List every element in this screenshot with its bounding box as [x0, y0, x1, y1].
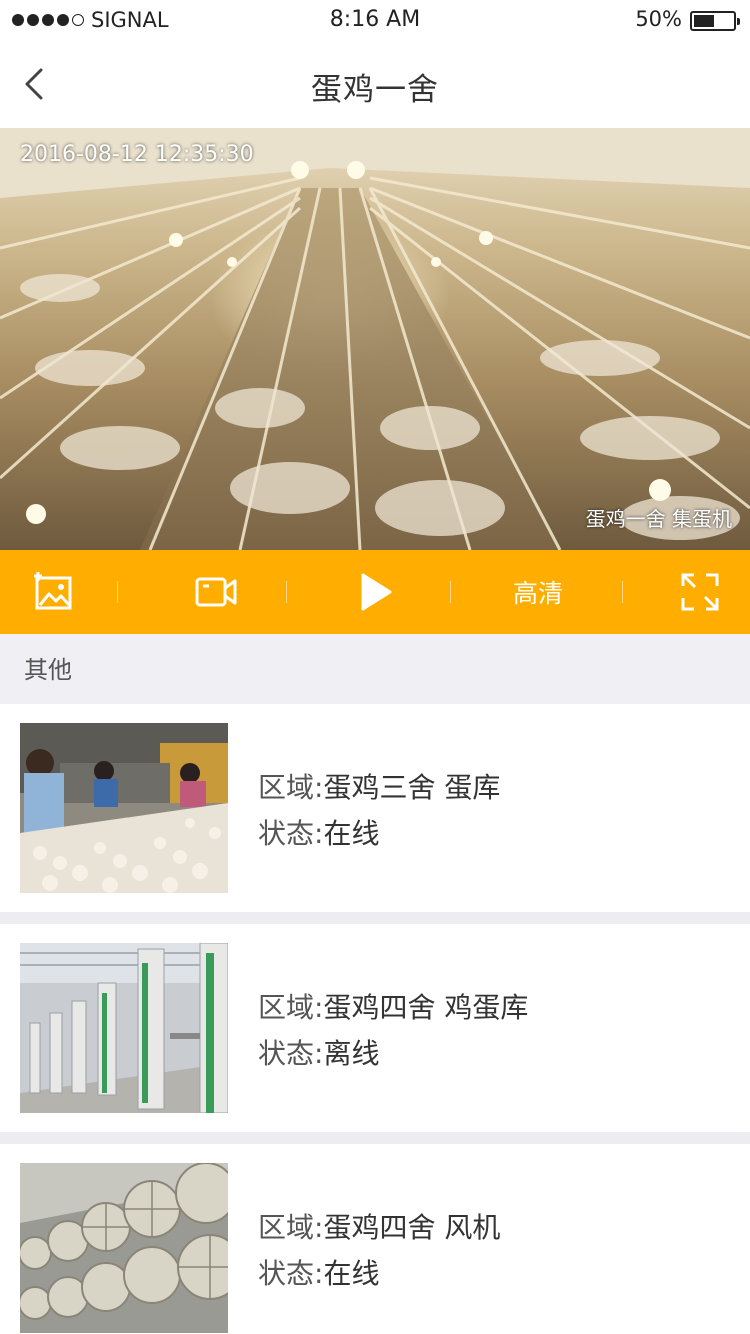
- status-label: 状态:: [258, 817, 324, 850]
- play-button[interactable]: [336, 550, 416, 634]
- area-value: 蛋鸡四舍 鸡蛋库: [323, 991, 529, 1024]
- area-label: 区域:: [258, 771, 324, 804]
- record-button[interactable]: [174, 550, 258, 634]
- video-toolbar: 高清: [0, 550, 750, 634]
- list-divider: [0, 912, 750, 924]
- area-row: 区域:蛋鸡四舍 风机: [258, 1208, 500, 1254]
- area-value: 蛋鸡三舍 蛋库: [323, 771, 501, 804]
- navigation-bar: 蛋鸡一舍: [0, 40, 750, 128]
- status-label: 状态:: [258, 1257, 324, 1290]
- toolbar-divider: [117, 581, 118, 603]
- area-row: 区域:蛋鸡四舍 鸡蛋库: [258, 988, 528, 1034]
- fullscreen-button[interactable]: [660, 550, 740, 634]
- list-divider: [0, 1132, 750, 1144]
- quality-label: 高清: [512, 579, 563, 608]
- device-thumbnail: [20, 1163, 228, 1333]
- area-row: 区域:蛋鸡三舍 蛋库: [258, 768, 500, 814]
- device-info: 区域:蛋鸡四舍 鸡蛋库 状态:离线: [258, 988, 528, 1080]
- status-value: 离线: [323, 1037, 380, 1070]
- video-camera-icon: [195, 577, 237, 607]
- battery-percent: 50%: [635, 7, 682, 31]
- status-bar: SIGNAL 8:16 AM 50%: [0, 0, 750, 40]
- video-frame-illustration: [0, 128, 750, 550]
- status-value: 在线: [323, 817, 380, 850]
- video-timestamp: 2016-08-12 12:35:30: [20, 142, 254, 167]
- area-label: 区域:: [258, 1211, 324, 1244]
- image-icon: [34, 572, 72, 610]
- toolbar-divider: [622, 581, 623, 603]
- device-info: 区域:蛋鸡三舍 蛋库 状态:在线: [258, 768, 500, 860]
- section-title: 其他: [24, 656, 72, 684]
- toolbar-divider: [450, 581, 451, 603]
- device-item[interactable]: 区域:蛋鸡三舍 蛋库 状态:在线: [0, 704, 750, 912]
- device-thumbnail: [20, 723, 228, 893]
- status-value: 在线: [323, 1257, 380, 1290]
- device-info: 区域:蛋鸡四舍 风机 状态:在线: [258, 1208, 500, 1300]
- status-row: 状态:在线: [258, 814, 500, 860]
- status-row: 状态:离线: [258, 1034, 528, 1080]
- video-player[interactable]: 2016-08-12 12:35:30 蛋鸡一舍 集蛋机: [0, 128, 750, 550]
- page-title: 蛋鸡一舍: [311, 72, 439, 108]
- toolbar-divider: [286, 581, 287, 603]
- battery-icon: [690, 11, 740, 31]
- camera-caption: 蛋鸡一舍 集蛋机: [585, 507, 732, 531]
- status-row: 状态:在线: [258, 1254, 500, 1300]
- area-value: 蛋鸡四舍 风机: [323, 1211, 501, 1244]
- section-header: 其他: [0, 634, 750, 704]
- snapshot-button[interactable]: [14, 550, 94, 634]
- device-item[interactable]: 区域:蛋鸡四舍 鸡蛋库 状态:离线: [0, 924, 750, 1132]
- area-label: 区域:: [258, 991, 324, 1024]
- play-icon: [361, 573, 392, 611]
- device-thumbnail: [20, 943, 228, 1113]
- device-item[interactable]: 区域:蛋鸡四舍 风机 状态:在线: [0, 1144, 750, 1334]
- status-label: 状态:: [258, 1037, 324, 1070]
- fullscreen-icon: [681, 573, 719, 611]
- quality-button[interactable]: 高清: [488, 550, 588, 634]
